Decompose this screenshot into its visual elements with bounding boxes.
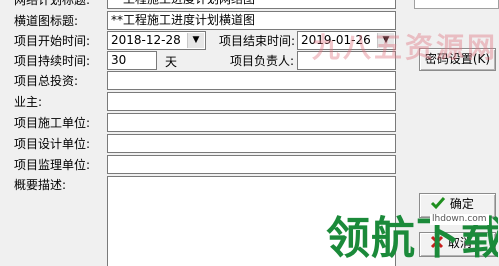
construction-unit-input[interactable] bbox=[107, 113, 396, 132]
bar-title-input[interactable]: **工程施工进度计划横道图 bbox=[107, 11, 396, 30]
network-title-label: 网络计划标题: bbox=[14, 0, 91, 7]
duration-input[interactable]: 30 bbox=[107, 51, 157, 70]
design-unit-label: 项目设计单位: bbox=[14, 137, 91, 151]
password-settings-button[interactable]: 密码设置(K) bbox=[419, 48, 496, 71]
network-title-input[interactable]: **工程施工进度计划网络图 bbox=[107, 0, 396, 9]
investment-input[interactable] bbox=[107, 71, 396, 90]
bar-title-label: 横道图标题: bbox=[14, 14, 79, 28]
supervision-unit-input[interactable] bbox=[107, 155, 396, 174]
ok-label: 确定 bbox=[449, 197, 474, 211]
supervision-unit-label: 项目监理单位: bbox=[14, 158, 91, 172]
design-unit-input[interactable] bbox=[107, 134, 396, 153]
owner-input[interactable] bbox=[107, 92, 396, 111]
summary-textarea[interactable] bbox=[107, 176, 396, 266]
investment-label: 项目总投资: bbox=[14, 74, 79, 88]
manager-input[interactable] bbox=[297, 51, 396, 70]
owner-label: 业主: bbox=[14, 95, 43, 109]
check-icon bbox=[430, 197, 446, 210]
top-right-panel bbox=[414, 0, 499, 9]
summary-label: 概要描述: bbox=[14, 178, 67, 192]
manager-label: 项目负责人: bbox=[230, 54, 295, 68]
cancel-button[interactable]: 取消 bbox=[419, 232, 496, 257]
end-time-label: 项目结束时间: bbox=[219, 34, 296, 48]
end-time-value: 2019-01-26 bbox=[301, 33, 371, 47]
duration-label: 项目持续时间: bbox=[14, 54, 91, 68]
cancel-label: 取消 bbox=[447, 236, 472, 250]
project-info-dialog: 网络计划标题: **工程施工进度计划网络图 横道图标题: **工程施工进度计划横… bbox=[0, 0, 499, 266]
end-time-combobox[interactable]: 2019-01-26 ▼ bbox=[297, 31, 396, 50]
duration-unit: 天 bbox=[165, 55, 178, 69]
ok-button[interactable]: 确定 bbox=[419, 193, 496, 218]
x-icon bbox=[430, 235, 444, 249]
chevron-down-icon[interactable]: ▼ bbox=[187, 33, 204, 48]
start-time-combobox[interactable]: 2018-12-28 ▼ bbox=[107, 31, 206, 50]
start-time-label: 项目开始时间: bbox=[14, 34, 91, 48]
chevron-down-icon[interactable]: ▼ bbox=[377, 33, 394, 48]
start-time-value: 2018-12-28 bbox=[111, 33, 181, 47]
construction-unit-label: 项目施工单位: bbox=[14, 116, 91, 130]
